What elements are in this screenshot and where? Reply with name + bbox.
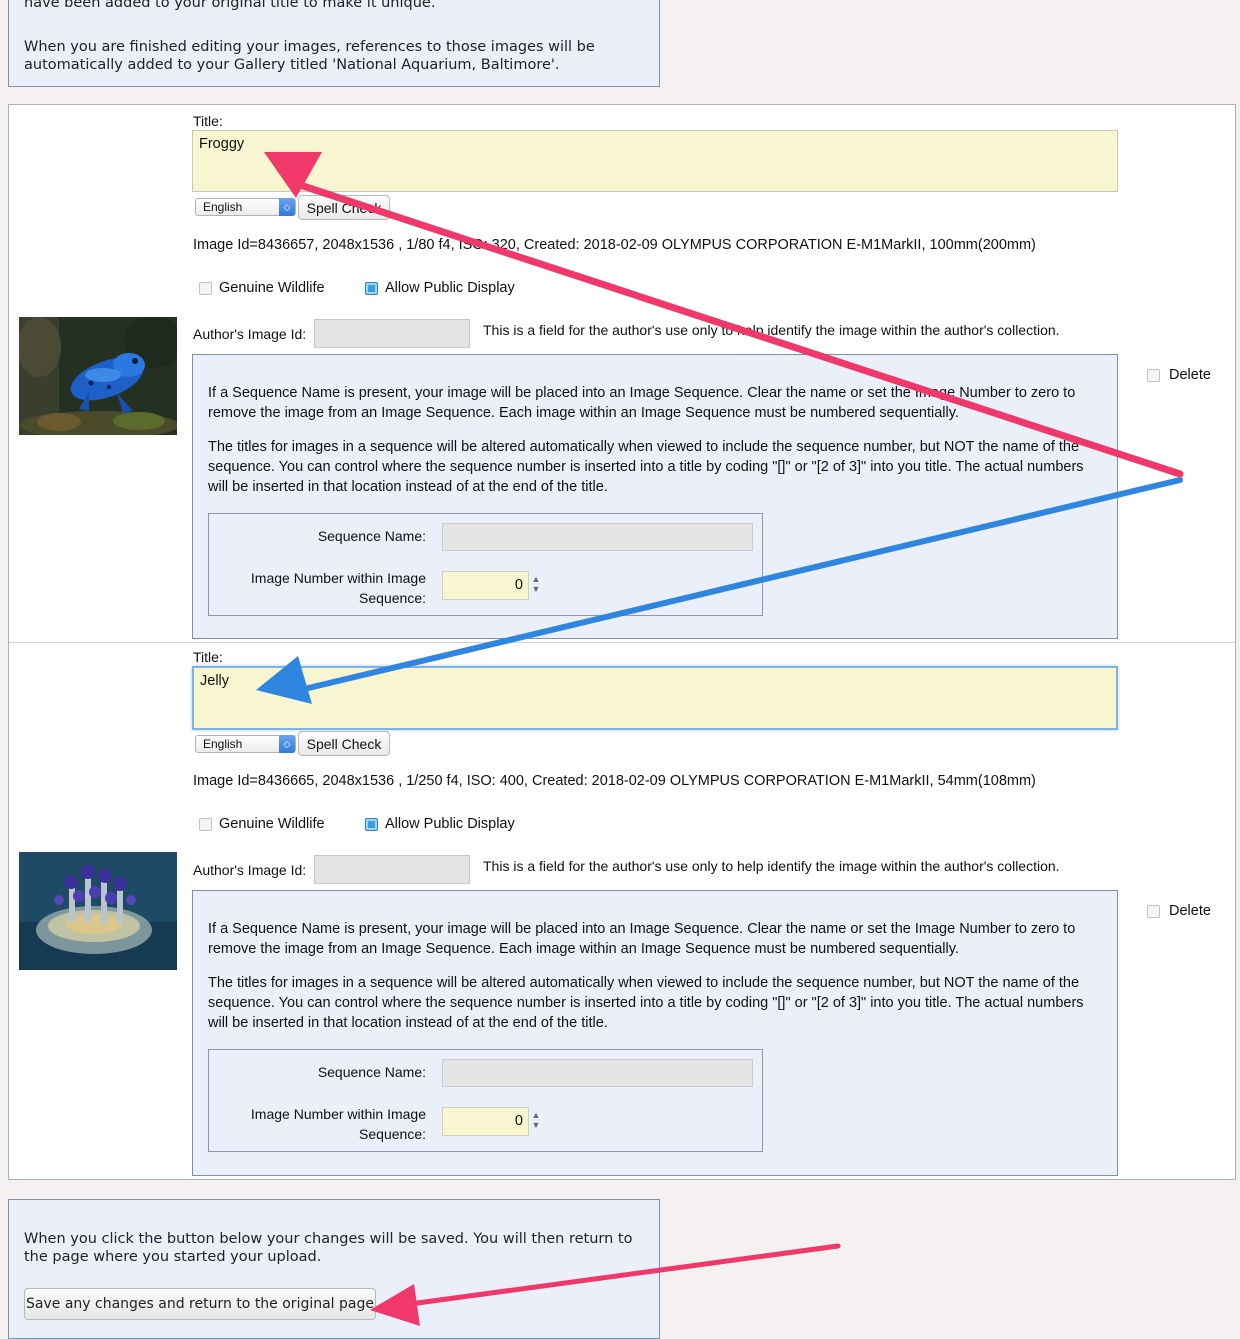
image-number-label: Image Number within Image Sequence: [251,568,426,608]
image-number-label-line1: Image Number within Image [250,570,426,586]
authors-image-id-label: Author's Image Id: [193,862,307,878]
title-field[interactable]: Jelly [192,666,1118,730]
stepper-arrows-icon[interactable]: ▲ ▼ [531,1110,541,1130]
title-label: Title: [193,113,223,129]
stepper-arrows-icon[interactable]: ▲ ▼ [531,574,541,594]
image-number-label-line2: Sequence: [359,590,426,606]
language-value: English [203,737,243,751]
jellyfish-image [19,852,177,970]
delete-checkbox[interactable] [1147,369,1160,382]
sequence-fields-box: Sequence Name: Image Number within Image… [208,1049,763,1152]
image-thumbnail-jellyfish[interactable] [19,852,177,970]
save-and-return-button[interactable]: Save any changes and return to the origi… [24,1288,376,1320]
language-select[interactable]: English ◇ [195,735,296,753]
image-metadata: Image Id=8436657, 2048x1536 , 1/80 f4, I… [193,237,1036,253]
sequence-name-field[interactable] [442,523,753,551]
genuine-wildlife-checkbox[interactable] [199,818,212,831]
sequence-help-para-2: The titles for images in a sequence will… [208,975,1084,1031]
notice-text-cut: have been added to your original title t… [24,0,436,11]
sequence-panel: If a Sequence Name is present, your imag… [192,354,1118,639]
image-number-label-line1: Image Number within Image [250,1106,426,1122]
language-select[interactable]: English ◇ [195,198,296,216]
genuine-wildlife-label: Genuine Wildlife [219,816,325,832]
select-arrows-icon: ◇ [279,735,295,753]
authors-image-id-field[interactable] [314,319,470,348]
spell-check-button[interactable]: Spell Check [298,195,390,220]
select-arrows-icon: ◇ [279,198,295,216]
image-number-label-line2: Sequence: [359,1126,426,1142]
gallery-notice-text: When you are finished editing your image… [24,39,595,73]
sequence-name-label: Sequence Name: [317,528,426,544]
authors-image-id-label: Author's Image Id: [193,326,307,342]
image-thumbnail-frog[interactable] [19,317,177,435]
delete-label: Delete [1169,903,1211,919]
save-notice-box: When you click the button below your cha… [8,1199,660,1339]
title-field[interactable]: Froggy [192,130,1118,192]
allow-public-display-label: Allow Public Display [385,280,515,296]
allow-public-display-checkbox[interactable] [365,282,378,295]
sequence-fields-box: Sequence Name: Image Number within Image… [208,513,763,616]
save-notice-text: When you click the button below your cha… [24,1231,633,1265]
delete-label: Delete [1169,367,1211,383]
image-number-label: Image Number within Image Sequence: [251,1104,426,1144]
delete-checkbox[interactable] [1147,905,1160,918]
frog-image [19,317,177,435]
allow-public-display-checkbox[interactable] [365,818,378,831]
image-edit-panel: Title: Froggy English ◇ Spell Check Imag… [8,104,1236,1180]
allow-public-display-label: Allow Public Display [385,816,515,832]
image-entry: Title: Froggy English ◇ Spell Check Imag… [9,105,1235,643]
authors-image-id-field[interactable] [314,855,470,884]
spell-check-button[interactable]: Spell Check [298,731,390,756]
genuine-wildlife-label: Genuine Wildlife [219,280,325,296]
image-number-field[interactable]: 0 [442,571,529,600]
upload-notice-box: have been added to your original title t… [8,0,660,87]
authors-image-id-help: This is a field for the author's use onl… [483,858,1060,874]
image-metadata: Image Id=8436665, 2048x1536 , 1/250 f4, … [193,773,1036,789]
language-value: English [203,200,243,214]
image-entry: Title: Jelly English ◇ Spell Check Image… [9,642,1235,1180]
authors-image-id-help: This is a field for the author's use onl… [483,322,1060,338]
sequence-name-label: Sequence Name: [317,1064,426,1080]
sequence-panel: If a Sequence Name is present, your imag… [192,890,1118,1176]
image-number-field[interactable]: 0 [442,1107,529,1136]
sequence-help-para-1: If a Sequence Name is present, your imag… [208,921,1076,957]
genuine-wildlife-checkbox[interactable] [199,282,212,295]
sequence-name-field[interactable] [442,1059,753,1087]
sequence-help-para-1: If a Sequence Name is present, your imag… [208,385,1076,421]
title-label: Title: [193,649,223,665]
sequence-help-para-2: The titles for images in a sequence will… [208,439,1084,495]
